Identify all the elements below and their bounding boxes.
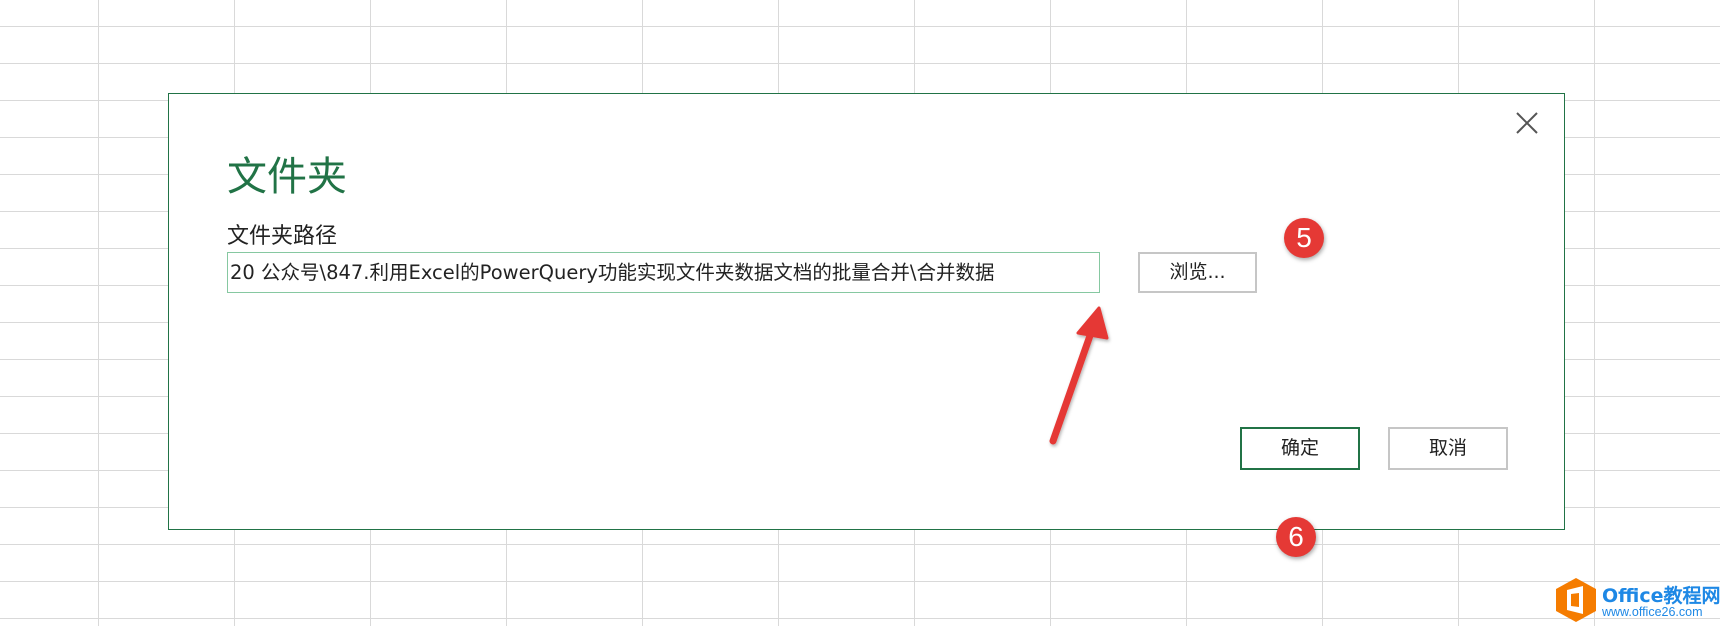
folder-path-input[interactable]: 20 公众号\847.利用Excel的PowerQuery功能实现文件夹数据文档… xyxy=(227,252,1100,293)
browse-button[interactable]: 浏览... xyxy=(1138,252,1257,293)
watermark-url: www.office26.com xyxy=(1602,605,1703,619)
site-watermark: Office教程网 www.office26.com xyxy=(1554,575,1720,626)
folder-path-value: 20 公众号\847.利用Excel的PowerQuery功能实现文件夹数据文档… xyxy=(230,261,995,284)
close-button[interactable] xyxy=(1510,106,1544,140)
step-badge-5: 5 xyxy=(1284,218,1324,258)
spreadsheet-background: 文件夹 文件夹路径 20 公众号\847.利用Excel的PowerQuery功… xyxy=(0,0,1720,626)
folder-path-label: 文件夹路径 xyxy=(227,224,338,249)
dialog-title: 文件夹 xyxy=(227,154,347,200)
step-badge-6: 6 xyxy=(1276,517,1316,557)
ok-button[interactable]: 确定 xyxy=(1240,427,1360,470)
watermark-name: Office教程网 xyxy=(1602,585,1720,607)
office-logo-icon xyxy=(1556,578,1596,622)
cancel-button[interactable]: 取消 xyxy=(1388,427,1508,470)
folder-dialog: 文件夹 文件夹路径 20 公众号\847.利用Excel的PowerQuery功… xyxy=(168,93,1565,530)
close-icon xyxy=(1516,112,1538,134)
